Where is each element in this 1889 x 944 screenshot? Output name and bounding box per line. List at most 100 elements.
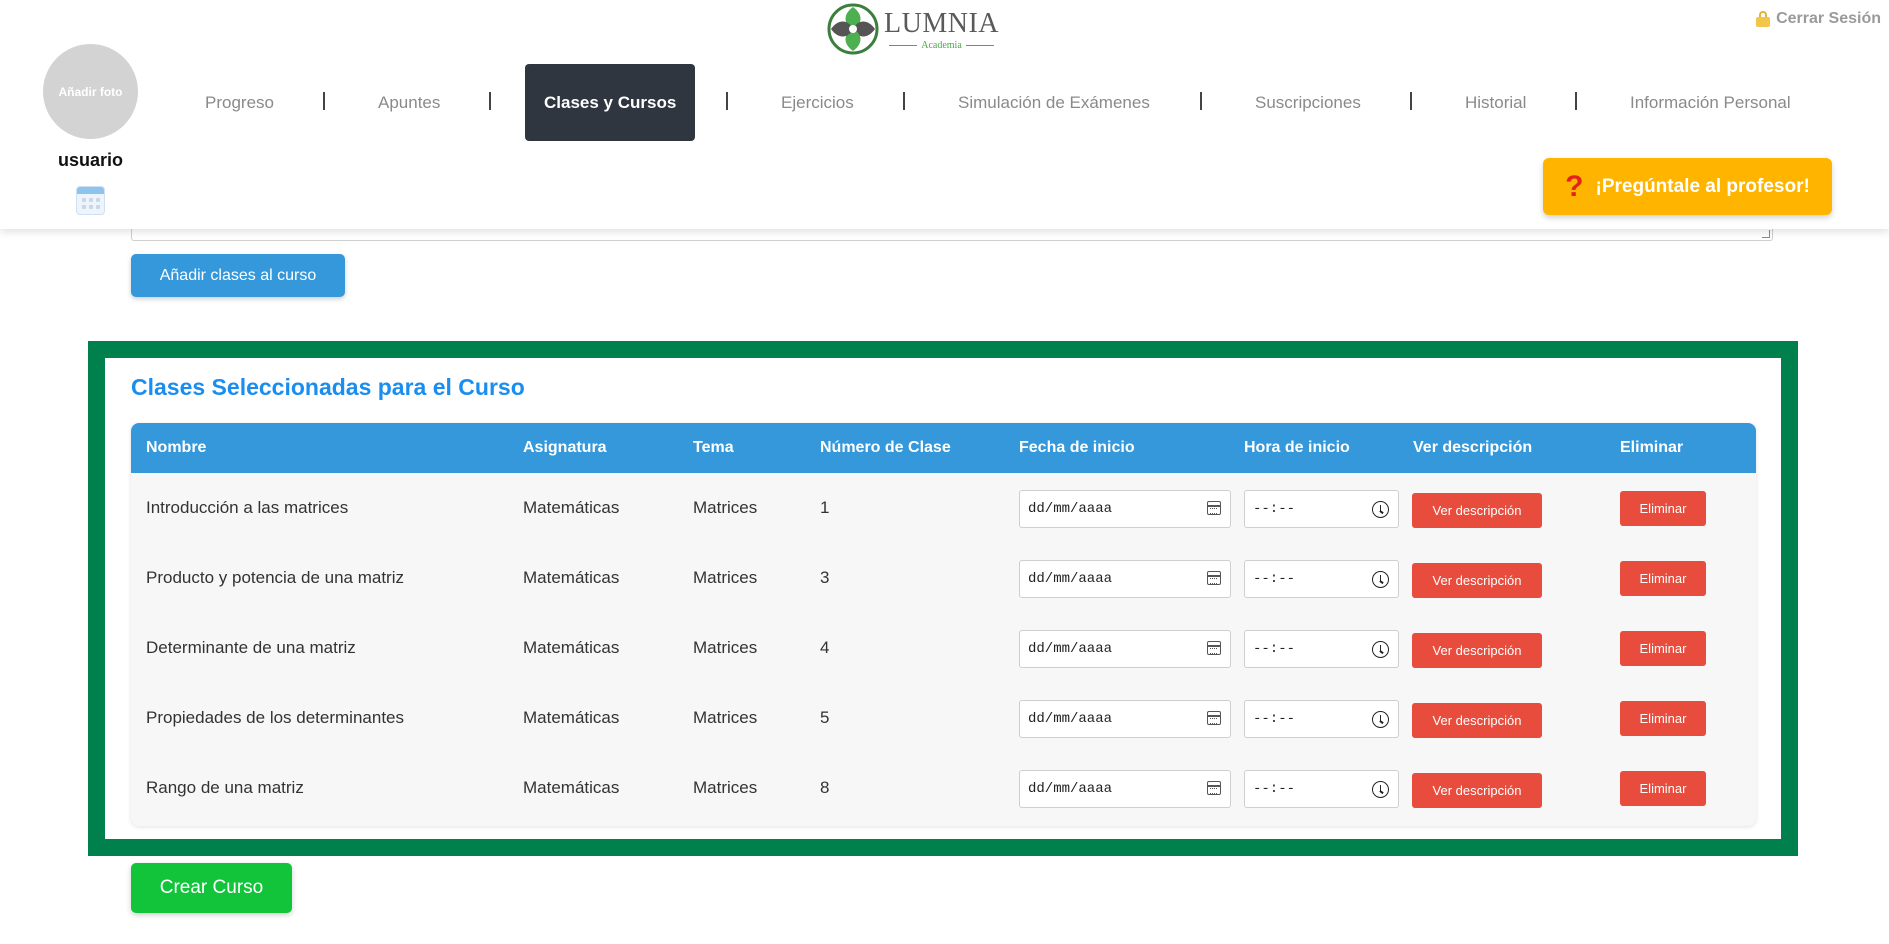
table-header: Nombre Asignatura Tema Número de Clase F…: [131, 423, 1756, 473]
cell-asignatura: Matemáticas: [523, 568, 620, 587]
main-nav: Progreso Apuntes Clases y Cursos Ejercic…: [0, 64, 1889, 141]
calendar-picker-icon[interactable]: [1207, 571, 1221, 585]
table-row: Determinante de una matriz Matemáticas M…: [131, 613, 1756, 683]
nav-item-apuntes[interactable]: Apuntes: [378, 64, 440, 141]
start-date-input[interactable]: dd/mm/aaaa: [1019, 770, 1231, 808]
nav-separator: [1575, 92, 1577, 110]
create-course-button[interactable]: Crear Curso: [131, 863, 292, 913]
cell-tema: Matrices: [693, 568, 758, 587]
nav-item-simulacion-examenes[interactable]: Simulación de Exámenes: [958, 64, 1150, 141]
start-date-placeholder: dd/mm/aaaa: [1028, 571, 1113, 587]
column-header-tema: Tema: [693, 439, 734, 456]
start-date-placeholder: dd/mm/aaaa: [1028, 711, 1113, 727]
start-date-placeholder: dd/mm/aaaa: [1028, 641, 1113, 657]
cell-asignatura: Matemáticas: [523, 638, 620, 657]
delete-button[interactable]: Eliminar: [1620, 631, 1706, 666]
logo-name: LUMNIA: [884, 7, 999, 39]
nav-separator: [726, 92, 728, 110]
start-date-input[interactable]: dd/mm/aaaa: [1019, 630, 1231, 668]
username: usuario: [57, 150, 123, 170]
cell-nombre: Propiedades de los determinantes: [146, 708, 404, 727]
start-time-input[interactable]: --:--: [1244, 630, 1399, 668]
nav-separator: [323, 92, 325, 110]
cell-nombre: Producto y potencia de una matriz: [146, 568, 404, 587]
calendar-picker-icon[interactable]: [1207, 781, 1221, 795]
cell-numero-clase: 4: [820, 638, 830, 657]
clock-icon[interactable]: [1372, 781, 1389, 798]
nav-item-progreso[interactable]: Progreso: [205, 64, 274, 141]
table-row: Propiedades de los determinantes Matemát…: [131, 683, 1756, 753]
logo-subtitle: Academia: [889, 40, 994, 51]
start-time-placeholder: --:--: [1253, 711, 1296, 727]
cell-nombre: Introducción a las matrices: [146, 498, 349, 517]
cell-asignatura: Matemáticas: [523, 498, 620, 517]
start-time-placeholder: --:--: [1253, 641, 1296, 657]
nav-item-ejercicios[interactable]: Ejercicios: [781, 64, 854, 141]
column-header-asignatura: Asignatura: [523, 439, 607, 456]
view-description-button[interactable]: Ver descripción: [1412, 633, 1542, 668]
calendar-picker-icon[interactable]: [1207, 711, 1221, 725]
selected-classes-table: Nombre Asignatura Tema Número de Clase F…: [131, 423, 1756, 826]
logout-label: Cerrar Sesión: [1776, 10, 1881, 27]
cell-asignatura: Matemáticas: [523, 708, 620, 727]
calendar-picker-icon[interactable]: [1207, 641, 1221, 655]
resize-grip-icon[interactable]: [1762, 230, 1770, 238]
lock-icon: [1756, 11, 1771, 27]
start-time-input[interactable]: --:--: [1244, 490, 1399, 528]
delete-button[interactable]: Eliminar: [1620, 701, 1706, 736]
clock-icon[interactable]: [1372, 641, 1389, 658]
calendar-picker-icon[interactable]: [1207, 501, 1221, 515]
ask-teacher-button[interactable]: ? ¡Pregúntale al profesor!: [1543, 158, 1832, 215]
clock-icon[interactable]: [1372, 711, 1389, 728]
clock-icon[interactable]: [1372, 571, 1389, 588]
nav-item-informacion-personal[interactable]: Información Personal: [1630, 64, 1791, 141]
table-row: Producto y potencia de una matriz Matemá…: [131, 543, 1756, 613]
nav-separator: [903, 92, 905, 110]
cell-tema: Matrices: [693, 498, 758, 517]
start-date-placeholder: dd/mm/aaaa: [1028, 501, 1113, 517]
start-time-placeholder: --:--: [1253, 571, 1296, 587]
nav-item-suscripciones[interactable]: Suscripciones: [1255, 64, 1361, 141]
delete-button[interactable]: Eliminar: [1620, 491, 1706, 526]
section-title: Clases Seleccionadas para el Curso: [131, 374, 525, 400]
delete-button[interactable]: Eliminar: [1620, 561, 1706, 596]
nav-separator: [1200, 92, 1202, 110]
nav-item-historial[interactable]: Historial: [1465, 64, 1526, 141]
delete-button[interactable]: Eliminar: [1620, 771, 1706, 806]
view-description-button[interactable]: Ver descripción: [1412, 563, 1542, 598]
cell-nombre: Determinante de una matriz: [146, 638, 356, 657]
cell-numero-clase: 8: [820, 778, 830, 797]
cell-numero-clase: 5: [820, 708, 830, 727]
logout-link[interactable]: Cerrar Sesión: [1756, 10, 1881, 28]
view-description-button[interactable]: Ver descripción: [1412, 703, 1542, 738]
nav-item-clases-y-cursos[interactable]: Clases y Cursos: [525, 64, 696, 141]
add-classes-button[interactable]: Añadir clases al curso: [131, 254, 345, 297]
start-date-input[interactable]: dd/mm/aaaa: [1019, 700, 1231, 738]
start-time-input[interactable]: --:--: [1244, 700, 1399, 738]
column-header-fecha: Fecha de inicio: [1019, 439, 1135, 456]
column-header-numero: Número de Clase: [820, 439, 951, 456]
start-time-input[interactable]: --:--: [1244, 770, 1399, 808]
cell-numero-clase: 3: [820, 568, 830, 587]
cell-tema: Matrices: [693, 638, 758, 657]
top-header: LUMNIA Academia Cerrar Sesión Añadir fot…: [0, 0, 1889, 229]
view-description-button[interactable]: Ver descripción: [1412, 773, 1542, 808]
brand-logo[interactable]: LUMNIA Academia: [826, 2, 999, 56]
column-header-ver-descripcion: Ver descripción: [1413, 439, 1533, 456]
nav-separator: [1410, 92, 1412, 110]
start-time-input[interactable]: --:--: [1244, 560, 1399, 598]
start-date-input[interactable]: dd/mm/aaaa: [1019, 490, 1231, 528]
question-icon: ?: [1565, 169, 1584, 203]
table-row: Introducción a las matrices Matemáticas …: [131, 473, 1756, 543]
table-row: Rango de una matriz Matemáticas Matrices…: [131, 753, 1756, 823]
calendar-icon[interactable]: [76, 186, 105, 215]
start-date-input[interactable]: dd/mm/aaaa: [1019, 560, 1231, 598]
clock-icon[interactable]: [1372, 501, 1389, 518]
cell-nombre: Rango de una matriz: [146, 778, 304, 797]
ask-teacher-label: ¡Pregúntale al profesor!: [1595, 175, 1810, 197]
cell-tema: Matrices: [693, 778, 758, 797]
logo-mark-icon: [827, 3, 879, 55]
view-description-button[interactable]: Ver descripción: [1412, 493, 1542, 528]
start-date-placeholder: dd/mm/aaaa: [1028, 781, 1113, 797]
column-header-nombre: Nombre: [146, 439, 207, 456]
